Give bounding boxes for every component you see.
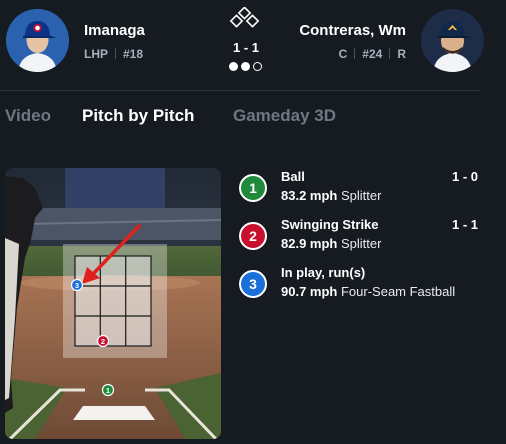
out-dot-filled xyxy=(241,62,250,71)
pitch-speed: 90.7 mph xyxy=(281,284,338,299)
pitch-detail: 90.7 mph Four-Seam Fastball xyxy=(281,284,455,299)
pitch-list-item[interactable]: 3 In play, run(s) 90.7 mph Four-Seam Fas… xyxy=(239,264,484,304)
batter-avatar[interactable] xyxy=(421,9,484,72)
outs-indicator xyxy=(229,58,265,71)
pitch-speed: 83.2 mph xyxy=(281,188,338,203)
bases-diamond-icon xyxy=(229,7,260,28)
pitch-list-item[interactable]: 2 Swinging Strike 1 - 1 82.9 mph Splitte… xyxy=(239,216,484,256)
home-plate xyxy=(73,406,155,420)
matchup-header: Imanaga LHP #18 1 - 1 Contreras, Wm C #24 R xyxy=(0,0,506,82)
batter-meta: C #24 R xyxy=(339,47,406,61)
pitch-speed: 82.9 mph xyxy=(281,236,338,251)
pitcher-position: LHP xyxy=(84,47,108,61)
pitch-marker-label: 1 xyxy=(106,386,110,395)
pitch-marker-label: 3 xyxy=(75,281,79,290)
pitcher-name[interactable]: Imanaga xyxy=(84,22,145,39)
out-dot-filled xyxy=(229,62,238,71)
meta-divider xyxy=(389,48,391,59)
pitch-number-badge: 3 xyxy=(239,270,267,298)
pitch-result: In play, run(s) xyxy=(281,265,366,280)
pitch-result: Swinging Strike xyxy=(281,217,379,232)
pitch-number-badge: 1 xyxy=(239,174,267,202)
pitch-marker-label: 2 xyxy=(101,337,105,346)
pitch-type: Splitter xyxy=(340,236,382,251)
batter-position: C xyxy=(338,47,348,61)
pitch-count: 1 - 1 xyxy=(451,217,478,232)
meta-divider xyxy=(115,48,116,59)
pitch-type: Four-Seam Fastball xyxy=(340,284,456,299)
pitch-list-item[interactable]: 1 Ball 1 - 0 83.2 mph Splitter xyxy=(239,168,484,208)
batter-name[interactable]: Contreras, Wm xyxy=(299,22,406,39)
ball-strike-count: 1 - 1 xyxy=(232,40,259,55)
pitcher-avatar[interactable] xyxy=(6,9,69,72)
meta-divider xyxy=(354,48,356,59)
pitch-detail: 82.9 mph Splitter xyxy=(281,236,381,251)
pitch-marker-2[interactable]: 2 xyxy=(96,334,110,348)
batter-bats: R xyxy=(397,47,406,61)
pitch-marker-1[interactable]: 1 xyxy=(101,383,115,397)
pitch-result: Ball xyxy=(281,169,305,184)
strike-zone-view: 3 2 1 xyxy=(5,168,221,439)
out-dot-empty xyxy=(253,62,262,71)
pitch-detail: 83.2 mph Splitter xyxy=(281,188,381,203)
pitch-count: 1 - 0 xyxy=(451,169,478,184)
pitcher-meta: LHP #18 xyxy=(84,47,143,61)
pitch-marker-3[interactable]: 3 xyxy=(70,278,84,292)
tab-pitch-by-pitch[interactable]: Pitch by Pitch xyxy=(82,106,194,126)
pitch-type: Splitter xyxy=(340,188,382,203)
pitcher-number: #18 xyxy=(123,47,144,61)
header-divider xyxy=(0,90,480,91)
pitch-number-badge: 2 xyxy=(239,222,267,250)
tab-gameday-3d[interactable]: Gameday 3D xyxy=(233,106,336,126)
tab-video[interactable]: Video xyxy=(5,106,51,126)
batter-number: #24 xyxy=(362,47,383,61)
